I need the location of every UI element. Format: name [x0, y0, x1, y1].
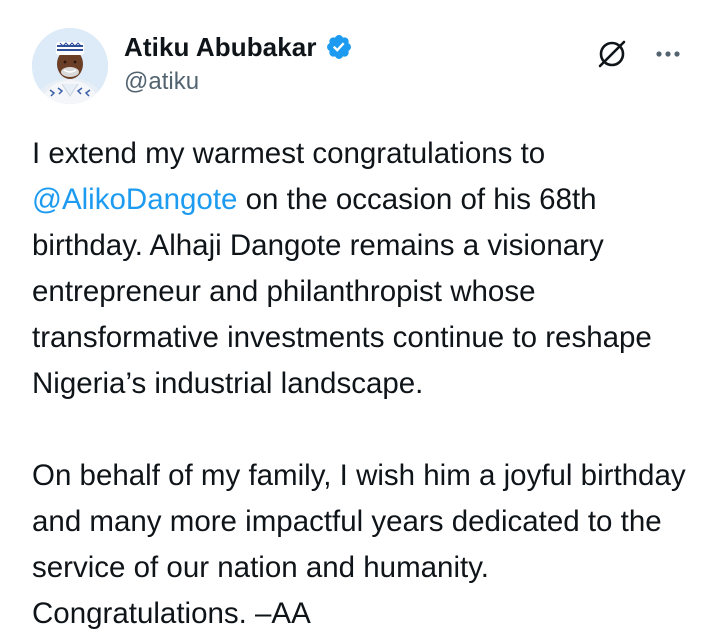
- tweet-text-part: I extend my warmest congratulations to: [32, 137, 546, 170]
- grok-icon[interactable]: [592, 34, 632, 74]
- author-handle[interactable]: @atiku: [124, 68, 199, 96]
- verified-badge-icon[interactable]: [325, 33, 353, 61]
- tweet: Atiku Abubakar @atiku I extend my warmes…: [0, 0, 720, 637]
- avatar[interactable]: [32, 28, 108, 104]
- tweet-paragraph-1: I extend my warmest congratulations to @…: [32, 131, 702, 407]
- tweet-paragraph-2: On behalf of my family, I wish him a joy…: [32, 459, 686, 630]
- author-display-name[interactable]: Atiku Abubakar: [124, 32, 317, 63]
- mention-link[interactable]: @AlikoDangote: [32, 183, 237, 216]
- tweet-text: I extend my warmest congratulations to @…: [32, 131, 702, 637]
- author-name-row: Atiku Abubakar: [124, 30, 353, 64]
- avatar-image: [32, 28, 108, 104]
- more-options-icon[interactable]: [648, 34, 688, 74]
